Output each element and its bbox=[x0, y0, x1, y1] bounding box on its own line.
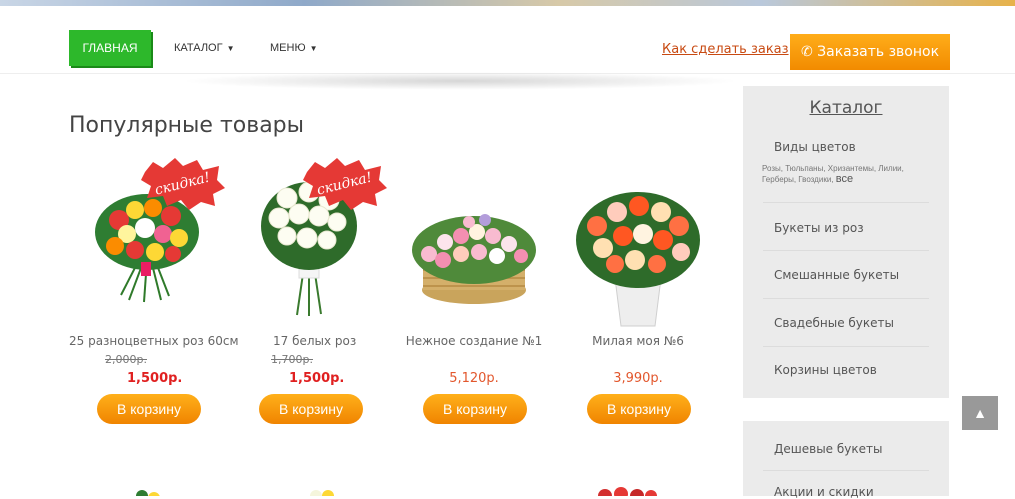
caret-down-icon: ▼ bbox=[226, 44, 235, 53]
divider bbox=[763, 346, 929, 347]
product-name[interactable]: Милая моя №6 bbox=[563, 334, 713, 348]
caret-down-icon: ▼ bbox=[309, 44, 318, 53]
product-card: Нежное создание №1 5,120р. В корзину bbox=[399, 150, 549, 424]
sidebar-item-rose-bouquets[interactable]: Букеты из роз bbox=[774, 221, 864, 235]
product-old-price: 2,000р. bbox=[105, 353, 147, 366]
nav-menu-label: МЕНЮ bbox=[270, 42, 306, 54]
add-to-cart-button[interactable]: В корзину bbox=[423, 394, 527, 424]
sidebar-item-mixed-bouquets[interactable]: Смешанные букеты bbox=[774, 268, 899, 282]
sale-badge-icon: скидка! bbox=[141, 158, 225, 210]
flower-types-links[interactable]: Розы, Тюльпаны, Хризантемы, Лилии, Гербе… bbox=[762, 164, 904, 184]
product-price: 5,120р. bbox=[449, 371, 499, 386]
order-call-button[interactable]: ✆ Заказать звонок bbox=[790, 34, 950, 70]
scroll-to-top-button[interactable]: ▲ bbox=[962, 396, 998, 430]
product-price: 1,500р. bbox=[289, 371, 345, 386]
sidebar-item-flower-types[interactable]: Виды цветов bbox=[774, 140, 856, 154]
top-nav: ГЛАВНАЯ КАТАЛОГ ▼ МЕНЮ ▼ Как сделать заказ… bbox=[0, 6, 1015, 74]
chevron-up-icon: ▲ bbox=[973, 405, 987, 421]
product-image-partial bbox=[310, 490, 334, 496]
nav-shadow bbox=[180, 72, 740, 90]
flower-types-list: Розы, Тюльпаны, Хризантемы, Лилии, Гербе… bbox=[762, 163, 932, 185]
catalog-sidebar: Каталог Виды цветов Розы, Тюльпаны, Хриз… bbox=[743, 86, 949, 398]
sale-badge-icon: скидка! bbox=[303, 158, 387, 210]
product-price: 3,990р. bbox=[613, 371, 663, 386]
product-image[interactable]: скидка! bbox=[231, 150, 387, 330]
product-image[interactable] bbox=[563, 150, 713, 330]
divider bbox=[763, 202, 929, 203]
product-old-price: 1,700р. bbox=[271, 353, 313, 366]
product-image[interactable] bbox=[399, 150, 549, 330]
product-name[interactable]: Нежное создание №1 bbox=[399, 334, 549, 348]
sidebar-item-cheap-bouquets[interactable]: Дешевые букеты bbox=[774, 442, 882, 456]
divider bbox=[763, 250, 929, 251]
divider bbox=[763, 298, 929, 299]
product-card: Милая моя №6 3,990р. В корзину bbox=[563, 150, 713, 424]
nav-home-button[interactable]: ГЛАВНАЯ bbox=[69, 30, 151, 66]
product-name[interactable]: 25 разноцветных роз 60см bbox=[69, 334, 239, 348]
product-card: скидка! 25 разноцветных роз 60см 2,000р.… bbox=[69, 150, 239, 424]
product-price: 1,500р. bbox=[127, 371, 183, 386]
order-call-label: Заказать звонок bbox=[817, 44, 940, 60]
sidebar-title[interactable]: Каталог bbox=[743, 98, 949, 118]
nav-menu-dropdown[interactable]: МЕНЮ ▼ bbox=[270, 30, 317, 66]
sidebar-item-flower-baskets[interactable]: Корзины цветов bbox=[774, 363, 877, 377]
nav-catalog-label: КАТАЛОГ bbox=[174, 42, 223, 54]
flower-types-all-link[interactable]: все bbox=[836, 173, 853, 185]
sidebar-item-sales[interactable]: Акции и скидки bbox=[774, 485, 874, 499]
nav-catalog-menu[interactable]: КАТАЛОГ ▼ bbox=[174, 30, 234, 66]
phone-icon: ✆ bbox=[800, 44, 813, 60]
page-title: Популярные товары bbox=[69, 113, 305, 138]
add-to-cart-button[interactable]: В корзину bbox=[587, 394, 691, 424]
add-to-cart-button[interactable]: В корзину bbox=[259, 394, 363, 424]
divider bbox=[763, 470, 929, 471]
promo-sidebar: Дешевые букеты Акции и скидки bbox=[743, 421, 949, 499]
product-image[interactable]: скидка! bbox=[69, 150, 225, 330]
product-image-partial bbox=[598, 487, 657, 496]
product-image-partial bbox=[136, 490, 160, 496]
sidebar-item-wedding-bouquets[interactable]: Свадебные букеты bbox=[774, 316, 894, 330]
add-to-cart-button[interactable]: В корзину bbox=[97, 394, 201, 424]
product-card: скидка! 17 белых роз 1,700р. 1,500р. В к… bbox=[231, 150, 387, 424]
how-to-order-link[interactable]: Как сделать заказ bbox=[662, 42, 789, 57]
